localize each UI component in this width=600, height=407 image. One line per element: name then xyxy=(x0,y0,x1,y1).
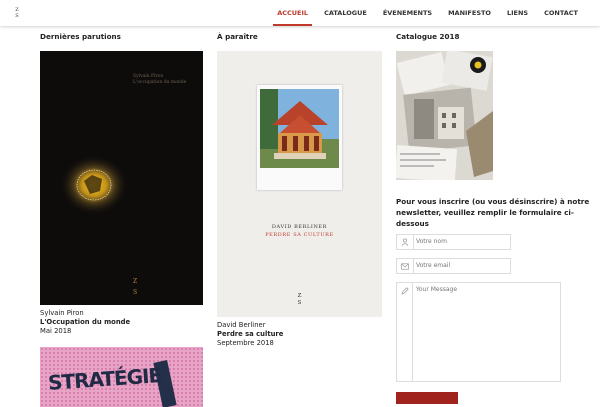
nav-item-manifesto[interactable]: MANIFESTO xyxy=(440,0,499,26)
email-field xyxy=(396,258,511,274)
main-nav: ACCUEIL CATALOGUE ÉVENEMENTS MANIFESTO L… xyxy=(269,0,586,26)
section-title-catalogue: Catalogue 2018 xyxy=(396,32,460,41)
message-field xyxy=(396,282,561,382)
cover-text-block: DAVID BERLINER PERDRE SA CULTURE xyxy=(217,224,382,238)
nav-item-evenements[interactable]: ÉVENEMENTS xyxy=(375,0,440,26)
book-title-link[interactable]: L'Occupation du monde xyxy=(40,318,130,327)
cover-polaroid xyxy=(257,85,342,190)
cover-logo-s: S xyxy=(133,289,137,296)
cover-logo-z: Z xyxy=(297,293,302,299)
catalogue-2018-image[interactable] xyxy=(396,51,493,180)
book-meta-perdre: David Berliner Perdre sa culture Septemb… xyxy=(217,321,283,348)
book-cover-perdre[interactable]: DAVID BERLINER PERDRE SA CULTURE Z S xyxy=(217,51,382,317)
catalogue-collage xyxy=(396,51,493,180)
cover-title: L'occupation du monde xyxy=(133,80,187,85)
newsletter-description: Pour vous inscrire (ou vous désinscrire)… xyxy=(396,197,590,228)
section-title-upcoming: À paraître xyxy=(217,32,258,41)
user-icon xyxy=(397,235,414,249)
name-input[interactable] xyxy=(416,238,506,245)
nav-item-accueil[interactable]: ACCUEIL xyxy=(269,0,316,26)
envelope-icon xyxy=(397,259,414,273)
top-navigation-bar: Z S ACCUEIL CATALOGUE ÉVENEMENTS MANIFES… xyxy=(0,0,600,26)
book-date: Mai 2018 xyxy=(40,327,72,335)
email-input[interactable] xyxy=(416,262,506,269)
book-meta-occupation: Sylvain Piron L'Occupation du monde Mai … xyxy=(40,309,130,336)
nav-item-liens[interactable]: LIENS xyxy=(499,0,536,26)
cover-logo-z: Z xyxy=(133,278,137,285)
book-cover-strategie[interactable]: STRATÉGIE xyxy=(40,347,203,407)
pencil-icon xyxy=(397,283,413,381)
temple-photo xyxy=(260,89,339,168)
cover-title: PERDRE SA CULTURE xyxy=(265,232,334,238)
nav-item-contact[interactable]: CONTACT xyxy=(536,0,586,26)
logo-letter-s: S xyxy=(15,13,19,19)
section-title-recent: Dernières parutions xyxy=(40,32,121,41)
book-date: Septembre 2018 xyxy=(217,339,274,347)
logo[interactable]: Z S xyxy=(14,7,20,19)
nav-item-catalogue[interactable]: CATALOGUE xyxy=(316,0,375,26)
book-title-link[interactable]: Perdre sa culture xyxy=(217,330,283,339)
cover-logo: Z S xyxy=(217,293,382,307)
book-cover-occupation[interactable]: Z S Sylvain Piron L'occupation du monde xyxy=(40,51,203,305)
submit-button[interactable] xyxy=(396,392,458,404)
message-textarea[interactable] xyxy=(416,286,556,376)
cover-author: DAVID BERLINER xyxy=(271,224,328,230)
book-author: Sylvain Piron xyxy=(40,309,84,317)
cover-logo-s: S xyxy=(297,300,302,306)
cover-artwork: Z S xyxy=(40,51,203,305)
name-field xyxy=(396,234,511,250)
book-author: David Berliner xyxy=(217,321,266,329)
